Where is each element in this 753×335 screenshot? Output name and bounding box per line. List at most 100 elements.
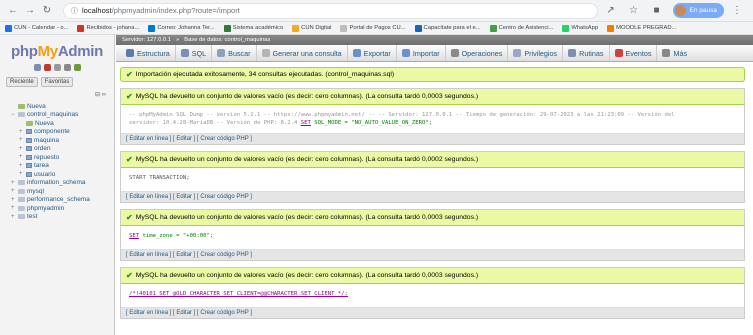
tree-item-label[interactable]: orden: [34, 145, 51, 152]
bookmark-item[interactable]: Recibidos - johana...: [77, 24, 139, 32]
expand-icon[interactable]: +: [19, 137, 26, 143]
tree-item-control-maquinas[interactable]: − control_maquinas: [5, 111, 114, 120]
reload-nav-icon[interactable]: [73, 64, 81, 71]
sidepanel-icon[interactable]: ■: [650, 4, 664, 18]
docs-icon[interactable]: [53, 64, 61, 71]
home-icon[interactable]: [33, 64, 41, 71]
query-edit-links[interactable]: [ Editar en línea ] [ Editar ] [ Crear c…: [121, 133, 744, 144]
bookmark-item[interactable]: MOODLE PREGRAD...: [607, 24, 676, 32]
top-menu: Estructura SQL Buscar Generar una consulta E…: [116, 45, 753, 62]
tree-item-label[interactable]: componente: [34, 128, 70, 135]
expand-icon[interactable]: −: [11, 112, 18, 118]
address-bar[interactable]: ⓘ localhost/phpmyadmin/index.php?route=/…: [63, 2, 598, 19]
tree-item-componente[interactable]: + componente: [5, 128, 114, 137]
tab-más[interactable]: Más: [657, 45, 692, 61]
bookmark-item[interactable]: Capacítate para el e...: [414, 24, 481, 32]
tree-item-nueva[interactable]: Nueva: [5, 119, 114, 128]
share-icon[interactable]: ↗: [604, 4, 618, 18]
expand-icon[interactable]: +: [11, 214, 18, 220]
expand-icon[interactable]: +: [19, 163, 26, 169]
star-icon[interactable]: ☆: [627, 4, 641, 18]
tree-item-information-schema[interactable]: + information_schema: [5, 179, 114, 188]
query-result: ✔ MySQL ha devuelto un conjunto de valore…: [120, 209, 745, 261]
table-icon: [26, 137, 32, 143]
query-edit-links[interactable]: [ Editar en línea ] [ Editar ] [ Crear c…: [121, 307, 744, 318]
bookmark-item[interactable]: Correo: Johanna Ter...: [148, 24, 215, 32]
expand-icon[interactable]: +: [19, 146, 26, 152]
bookmark-item[interactable]: Sistema académico: [223, 24, 283, 32]
query-edit-links[interactable]: [ Editar en línea ] [ Editar ] [ Crear c…: [121, 191, 744, 202]
tree-item-performance-schema[interactable]: + performance_schema: [5, 196, 114, 205]
profile-button[interactable]: En pausa: [672, 3, 724, 18]
tab-privilegios[interactable]: Privilegios: [508, 45, 564, 61]
main-panel: Servidor: 127.0.0.1 » Base de datos: con…: [116, 35, 753, 335]
bookmarks-bar: CUN - Calendar - o... Recibidos - johana.…: [0, 22, 753, 35]
bookmark-icon: [5, 24, 12, 32]
tree-item-label[interactable]: repuesto: [34, 154, 59, 161]
menu-icon[interactable]: ⋮: [730, 4, 744, 18]
table-icon: [26, 154, 32, 160]
forward-icon[interactable]: →: [23, 4, 37, 18]
bookmark-item[interactable]: WhatsApp: [562, 24, 598, 32]
reload-icon[interactable]: ↻: [40, 4, 54, 18]
bookmark-item[interactable]: CUN Digital: [292, 24, 331, 32]
tab-eventos[interactable]: Eventos: [610, 45, 658, 61]
tree-item-label[interactable]: control_maquinas: [27, 111, 78, 118]
tree-item-label[interactable]: performance_schema: [27, 196, 90, 203]
menu-icon: [614, 49, 623, 57]
tab-sql[interactable]: SQL: [176, 45, 213, 61]
menu-icon: [450, 49, 459, 57]
tree-item-maquina[interactable]: + maquina: [5, 136, 114, 145]
breadcrumb-database[interactable]: Base de datos: control_maquinas: [184, 37, 270, 43]
bookmark-icon: [414, 24, 422, 32]
expand-icon[interactable]: +: [19, 154, 26, 160]
tree-item-label[interactable]: test: [27, 213, 37, 220]
expand-icon[interactable]: +: [11, 180, 18, 186]
tab-importar[interactable]: Importar: [397, 45, 446, 61]
tab-estructura[interactable]: Estructura: [121, 45, 176, 61]
bookmark-item[interactable]: Centro de Asistenci...: [489, 24, 553, 32]
expand-icon[interactable]: +: [11, 188, 18, 194]
tree-item-usuario[interactable]: + usuario: [5, 170, 114, 179]
breadcrumb-server[interactable]: Servidor: 127.0.0.1: [122, 37, 171, 43]
tree-item-label[interactable]: information_schema: [27, 179, 86, 186]
tree-item-label[interactable]: mysql: [27, 188, 44, 195]
phpmyadmin-logo[interactable]: phpMyAdmin: [0, 43, 114, 60]
tree-item-nueva[interactable]: Nueva: [5, 102, 114, 111]
logout-icon[interactable]: [43, 64, 51, 71]
tab-recent[interactable]: Reciente: [6, 77, 38, 87]
tab-operaciones[interactable]: Operaciones: [446, 45, 509, 61]
tree-item-tarea[interactable]: + tarea: [5, 162, 114, 171]
sql-query: SET time_zone = "+00:00";: [121, 226, 744, 249]
tree-item-label[interactable]: maquina: [34, 137, 59, 144]
tab-favorites[interactable]: Favoritas: [40, 77, 74, 87]
tree-item-orden[interactable]: + orden: [5, 145, 114, 154]
info-icon[interactable]: ⓘ: [71, 6, 78, 16]
back-icon[interactable]: ←: [6, 4, 20, 18]
bookmark-item[interactable]: Portal de Pagos CU...: [340, 24, 406, 32]
query-edit-links[interactable]: [ Editar en línea ] [ Editar ] [ Crear c…: [121, 249, 744, 260]
tree-item-label[interactable]: tarea: [34, 162, 49, 169]
tree-item-mysql[interactable]: + mysql: [5, 187, 114, 196]
settings-icon[interactable]: [63, 64, 71, 71]
check-icon: ✔: [126, 70, 133, 79]
breadcrumb: Servidor: 127.0.0.1 » Base de datos: con…: [116, 35, 753, 45]
bookmark-icon: [292, 24, 300, 32]
expand-icon[interactable]: +: [19, 129, 26, 135]
tab-buscar[interactable]: Buscar: [212, 45, 257, 61]
tree-item-phpmyadmin[interactable]: + phpmyadmin: [5, 204, 114, 213]
tab-generar-una-consulta[interactable]: Generar una consulta: [257, 45, 348, 61]
bookmark-item[interactable]: CUN - Calendar - o...: [5, 24, 68, 32]
expand-icon[interactable]: +: [11, 205, 18, 211]
expand-icon[interactable]: +: [19, 171, 26, 177]
tree-item-label[interactable]: Nueva: [35, 120, 54, 127]
tree-item-label[interactable]: phpmyadmin: [27, 205, 64, 212]
tab-exportar[interactable]: Exportar: [348, 45, 397, 61]
tab-rutinas[interactable]: Rutinas: [563, 45, 610, 61]
tree-item-label[interactable]: Nueva: [27, 103, 46, 110]
expand-icon[interactable]: +: [11, 197, 18, 203]
tree-item-test[interactable]: + test: [5, 213, 114, 222]
tree-item-repuesto[interactable]: + repuesto: [5, 153, 114, 162]
tree-item-label[interactable]: usuario: [34, 171, 55, 178]
collapse-all-icon[interactable]: ⊟ ∞: [0, 91, 114, 98]
